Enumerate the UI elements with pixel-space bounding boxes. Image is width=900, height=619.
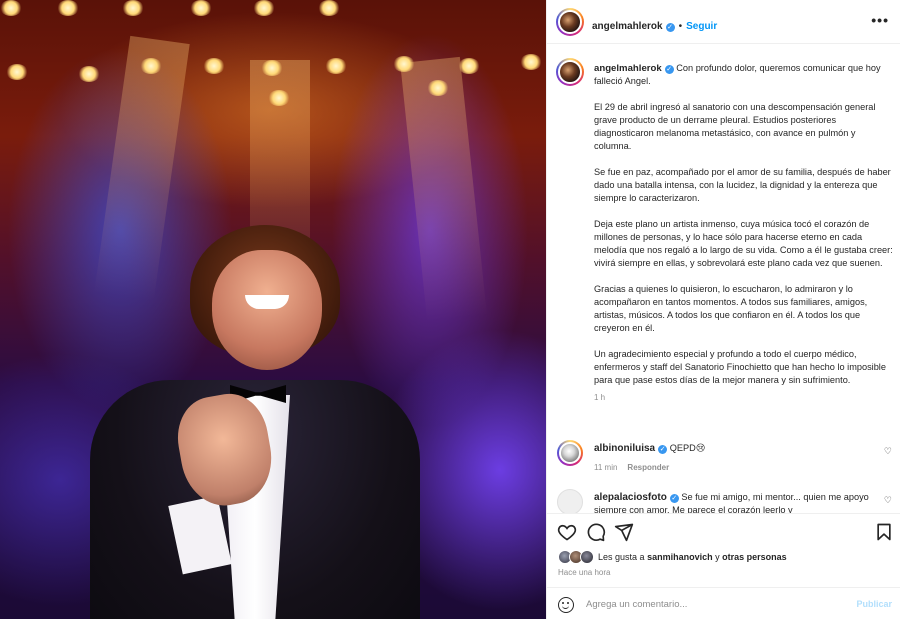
stage-beam: [400, 56, 488, 322]
stage-beam: [94, 35, 190, 302]
commenter-avatar[interactable]: [557, 440, 583, 466]
more-options-icon[interactable]: •••: [871, 13, 889, 27]
save-bookmark-icon[interactable]: [874, 522, 894, 542]
commenter-username[interactable]: alepalaciosfoto: [594, 492, 667, 503]
like-comment-heart-icon[interactable]: ♡: [884, 446, 892, 457]
stage-light: [122, 0, 144, 16]
stage-light: [140, 58, 162, 74]
share-send-icon[interactable]: [614, 522, 634, 542]
separator-dot: •: [678, 21, 683, 32]
emoji-smiley-icon[interactable]: [558, 597, 574, 613]
like-comment-heart-icon[interactable]: ♡: [884, 495, 892, 506]
comment-text: QEPD😢: [669, 443, 706, 453]
stage-light: [6, 64, 28, 80]
verified-badge-icon: ✓: [665, 23, 675, 32]
caption-paragraph: Un agradecimiento especial y profundo a …: [594, 349, 886, 385]
stage-light: [427, 80, 449, 96]
publish-button[interactable]: Publicar: [856, 599, 892, 609]
stage-light: [261, 60, 283, 76]
stage-light: [325, 58, 347, 74]
caption-text: angelmahlerok ✓ Con profundo dolor, quere…: [594, 62, 894, 404]
follow-button[interactable]: Seguir: [686, 21, 717, 32]
caption-paragraph: Se fue en paz, acompañado por el amor de…: [594, 167, 891, 203]
likes-summary: Les gusta a sanmihanovich y otras person…: [547, 547, 900, 587]
post-photo[interactable]: [0, 0, 546, 619]
action-bar: [547, 513, 900, 547]
stage-light: [268, 90, 290, 106]
stage-light: [57, 0, 79, 16]
stage-light: [393, 56, 415, 72]
comment-bubble-icon[interactable]: [586, 522, 606, 542]
stage-light: [520, 54, 542, 70]
author-avatar[interactable]: [556, 8, 584, 36]
caption-author-avatar[interactable]: [556, 58, 584, 86]
caption-paragraph: Gracias a quienes lo quisieron, lo escuc…: [594, 284, 868, 333]
caption-paragraph: Deja este plano un artista inmenso, cuya…: [594, 219, 893, 268]
author-username[interactable]: angelmahlerok: [592, 21, 663, 32]
liker-avatar: [580, 550, 594, 564]
verified-badge-icon: ✓: [664, 65, 674, 74]
likes-text: Les gusta a sanmihanovich y otras person…: [598, 552, 787, 562]
stage-light: [253, 0, 275, 16]
caption-time[interactable]: 1 h: [594, 391, 894, 404]
caption-paragraph: El 29 de abril ingresó al sanatorio con …: [594, 102, 876, 151]
comment-time[interactable]: 11 min: [594, 463, 617, 472]
stage-light: [190, 0, 212, 16]
liker-avatars[interactable]: [558, 550, 598, 564]
verified-badge-icon: ✓: [658, 445, 668, 454]
likes-user[interactable]: sanmihanovich: [647, 552, 713, 562]
post-timestamp[interactable]: Hace una hora: [558, 568, 610, 577]
post-header: angelmahlerok ✓ • Seguir •••: [547, 0, 900, 44]
caption-username[interactable]: angelmahlerok: [594, 63, 662, 74]
performer-face: [212, 250, 322, 370]
likes-prefix: Les gusta a: [598, 552, 645, 562]
likes-connector: y: [715, 552, 720, 562]
verified-badge-icon: ✓: [669, 494, 679, 503]
post-detail-panel: angelmahlerok ✓ • Seguir ••• angelmahlerok ✓…: [546, 0, 900, 619]
like-heart-icon[interactable]: [557, 522, 577, 542]
comments-scroll-area[interactable]: angelmahlerok ✓ Con profundo dolor, quere…: [547, 45, 900, 513]
comment-input[interactable]: [586, 594, 836, 614]
stage-light: [203, 58, 225, 74]
commenter-avatar[interactable]: [557, 489, 583, 513]
likes-others[interactable]: otras personas: [722, 552, 787, 562]
add-comment-bar: Publicar: [547, 587, 900, 619]
reply-button[interactable]: Responder: [627, 463, 669, 472]
stage-light: [458, 58, 480, 74]
commenter-username[interactable]: albinoniluisa: [594, 443, 655, 454]
stage-light: [0, 0, 22, 16]
stage-light: [78, 66, 100, 82]
stage-light: [318, 0, 340, 16]
